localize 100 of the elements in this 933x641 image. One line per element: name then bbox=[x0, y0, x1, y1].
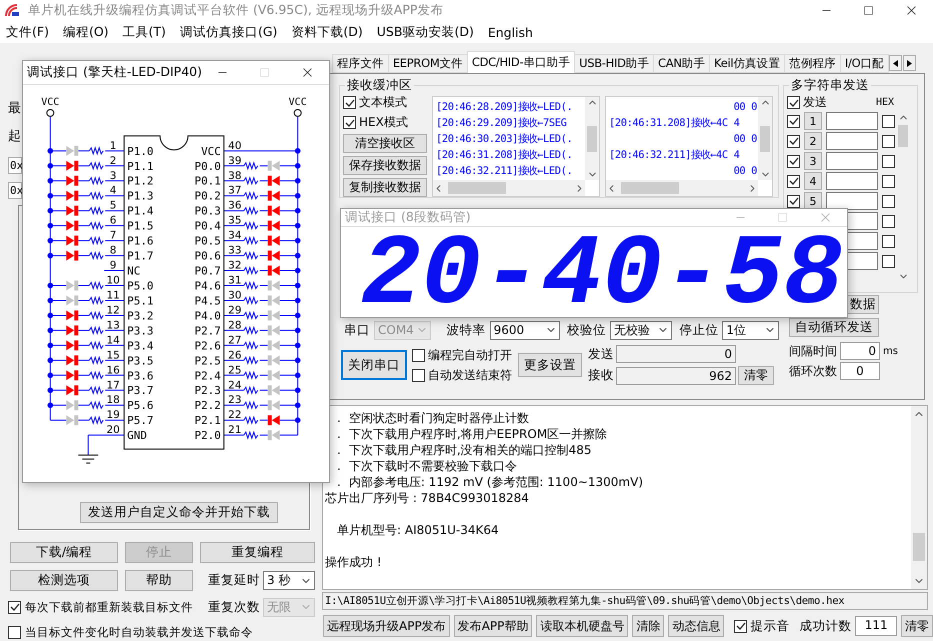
checkbox[interactable] bbox=[882, 234, 895, 248]
checkbox[interactable] bbox=[787, 114, 800, 128]
checkbox[interactable] bbox=[787, 174, 800, 188]
toolbar-button[interactable]: 清除 bbox=[632, 615, 664, 637]
action-button[interactable]: 重复编程 bbox=[200, 542, 315, 563]
file-path-field[interactable]: I:\AI8051U立创开源\学习打卡\Ai8051U视频教程第九集-shu码管\09.shu码管\demo\Objects\demo.hex bbox=[322, 592, 928, 610]
maximize-icon[interactable] bbox=[863, 5, 874, 16]
scrollbar-thumb[interactable] bbox=[621, 182, 679, 194]
pin-number: 15 bbox=[106, 349, 120, 362]
send-row-button[interactable]: 3 bbox=[804, 152, 822, 170]
pin-label: NC bbox=[127, 264, 140, 278]
clear-button[interactable]: 清零 bbox=[738, 366, 774, 385]
tab[interactable]: Keil仿真设置 bbox=[709, 54, 786, 73]
send-text-field[interactable] bbox=[826, 112, 878, 130]
toolbar-button[interactable]: 发布APP帮助 bbox=[454, 615, 532, 637]
scrollbar-thumb[interactable] bbox=[898, 125, 908, 147]
action-button[interactable]: 下载/编程 bbox=[10, 542, 118, 563]
scrollbar-thumb[interactable] bbox=[760, 126, 770, 152]
parity-dropdown[interactable]: 无校验 bbox=[610, 320, 672, 340]
group-title: 接收缓冲区 bbox=[346, 77, 413, 94]
tab[interactable]: 程序文件 bbox=[332, 54, 389, 73]
menu-item[interactable]: 调试仿真接口(G) bbox=[180, 24, 278, 41]
clear-button[interactable]: 清零 bbox=[901, 615, 933, 637]
action-button[interactable]: 帮助 bbox=[125, 570, 193, 591]
scrollbar-thumb[interactable] bbox=[448, 182, 506, 194]
tab[interactable]: CAN助手 bbox=[653, 54, 710, 73]
action-button[interactable]: 检测选项 bbox=[10, 570, 118, 591]
checkbox[interactable] bbox=[787, 134, 800, 148]
loop-count-field[interactable]: 0 bbox=[840, 362, 880, 380]
vertical-scrollbar[interactable] bbox=[585, 97, 599, 180]
scrollbar-thumb[interactable] bbox=[913, 533, 925, 561]
toolbar-button[interactable]: 远程现场升级APP发布 bbox=[323, 615, 450, 637]
more-settings-button[interactable]: 更多设置 bbox=[518, 353, 582, 377]
bullet: . bbox=[337, 458, 341, 474]
checkbox[interactable] bbox=[343, 96, 356, 109]
checkbox[interactable] bbox=[882, 154, 895, 168]
vertical-scrollbar[interactable] bbox=[911, 406, 927, 589]
send-text-field[interactable] bbox=[826, 152, 878, 170]
pin-label: GND bbox=[127, 429, 147, 442]
address-field[interactable]: 0x bbox=[8, 157, 22, 174]
checkbox[interactable] bbox=[787, 154, 800, 168]
horizontal-scrollbar[interactable] bbox=[433, 180, 585, 196]
checkbox[interactable] bbox=[412, 368, 425, 382]
pin-number: 11 bbox=[106, 289, 120, 302]
tab[interactable]: I/O口配 bbox=[840, 54, 889, 73]
auto-loop-send-button[interactable]: 自动循环发送 bbox=[789, 318, 879, 337]
send-row-button[interactable]: 4 bbox=[804, 172, 822, 190]
checkbox[interactable] bbox=[882, 254, 895, 268]
address-field[interactable]: 0x bbox=[8, 182, 22, 199]
send-data-button[interactable]: 数据 bbox=[848, 295, 879, 314]
toolbar-button[interactable]: 动态信息 bbox=[668, 615, 724, 637]
menu-item[interactable]: 工具(T) bbox=[122, 24, 166, 41]
send-text-field[interactable] bbox=[848, 252, 878, 270]
menu-item[interactable]: 资料下载(D) bbox=[291, 24, 363, 41]
send-text-field[interactable] bbox=[826, 172, 878, 190]
checkbox[interactable] bbox=[787, 96, 800, 109]
tab[interactable]: 范例程序 bbox=[784, 54, 841, 73]
label: 串口 bbox=[344, 322, 370, 338]
checkbox[interactable] bbox=[8, 626, 21, 638]
checkbox[interactable] bbox=[734, 620, 748, 632]
pin-number: 26 bbox=[228, 349, 242, 362]
menu-item[interactable]: USB驱动安装(D) bbox=[376, 24, 474, 41]
send-text-field[interactable] bbox=[848, 212, 878, 230]
scroll-left-button[interactable] bbox=[888, 55, 902, 71]
send-text-field[interactable] bbox=[848, 232, 878, 250]
baud-rate-dropdown[interactable]: 9600 bbox=[490, 320, 560, 340]
checkbox[interactable] bbox=[882, 174, 895, 188]
toolbar-button[interactable]: 读取本机硬盘号 bbox=[536, 615, 628, 637]
stop-bits-dropdown[interactable]: 1位 bbox=[722, 320, 780, 340]
send-row-button[interactable]: 2 bbox=[804, 132, 822, 150]
repeat-delay-dropdown[interactable]: 3 秒 bbox=[263, 571, 315, 590]
menu-item[interactable]: 文件(F) bbox=[6, 24, 49, 41]
close-port-button[interactable]: 关闭串口 bbox=[342, 351, 406, 379]
custom-command-button[interactable]: 发送用户自定义命令并开始下载 bbox=[80, 502, 278, 523]
vertical-scrollbar[interactable] bbox=[758, 97, 772, 180]
success-count-field[interactable]: 111 bbox=[855, 616, 897, 636]
tab[interactable]: USB-HID助手 bbox=[574, 54, 654, 73]
send-text-field[interactable] bbox=[826, 192, 878, 210]
checkbox[interactable] bbox=[882, 134, 895, 148]
checkbox[interactable] bbox=[882, 214, 895, 228]
checkbox[interactable] bbox=[343, 116, 356, 129]
horizontal-scrollbar[interactable] bbox=[606, 180, 758, 196]
interval-field[interactable]: 0 bbox=[840, 342, 880, 360]
send-row-button[interactable]: 1 bbox=[804, 112, 822, 130]
pin-label: P1.1 bbox=[127, 160, 154, 173]
scroll-right-button[interactable] bbox=[902, 55, 916, 71]
tab[interactable]: CDC/HID-串口助手 bbox=[466, 51, 576, 73]
receive-button[interactable]: 保存接收数据 bbox=[343, 156, 427, 175]
scrollbar-thumb[interactable] bbox=[587, 126, 597, 152]
checkbox[interactable] bbox=[882, 194, 895, 208]
tab[interactable]: EEPROM文件 bbox=[388, 54, 468, 73]
receive-button[interactable]: 清空接收区 bbox=[343, 134, 427, 153]
checkbox[interactable] bbox=[882, 114, 895, 128]
receive-button[interactable]: 复制接收数据 bbox=[343, 178, 427, 197]
checkbox[interactable] bbox=[412, 348, 425, 362]
checkbox[interactable] bbox=[787, 194, 800, 208]
menu-item[interactable]: English bbox=[488, 24, 533, 40]
checkbox[interactable] bbox=[8, 600, 21, 614]
menu-item[interactable]: 编程(O) bbox=[62, 24, 109, 41]
send-text-field[interactable] bbox=[826, 132, 878, 150]
